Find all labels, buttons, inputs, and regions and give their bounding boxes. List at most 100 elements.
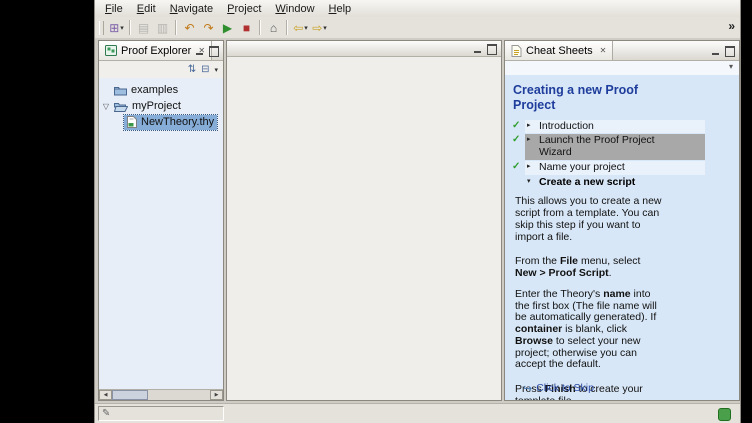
back-button[interactable]: ⇦▾ bbox=[291, 19, 310, 37]
main-toolbar: ⊞▾▤▥↶↷▶■⌂⇦▾⇨▾ » bbox=[95, 17, 740, 39]
cheatsheet-paragraph: Enter the Theory's name into the first b… bbox=[515, 289, 662, 371]
tree-item-label: examples bbox=[131, 84, 178, 96]
check-icon: ✓ bbox=[512, 161, 525, 173]
step-collapsed-icon[interactable]: ▸ bbox=[527, 135, 536, 144]
menu-file[interactable]: File bbox=[98, 2, 130, 16]
menu-window[interactable]: Window bbox=[268, 2, 321, 16]
toolbar-overflow-chevron[interactable]: » bbox=[728, 19, 735, 33]
forward-icon: ⇨ bbox=[312, 22, 322, 34]
back-icon: ⇦ bbox=[293, 22, 303, 34]
scrollbar-track[interactable] bbox=[148, 390, 210, 400]
tree-item-selection: examples bbox=[111, 83, 181, 98]
check-icon: ✓ bbox=[512, 120, 525, 132]
menu-edit[interactable]: Edit bbox=[130, 2, 163, 16]
undo-proof-step-button[interactable]: ↶ bbox=[180, 19, 199, 37]
editor-header bbox=[227, 41, 501, 57]
theory-file-icon bbox=[127, 116, 137, 128]
menu-help[interactable]: Help bbox=[322, 2, 359, 16]
stop-proof-button[interactable]: ■ bbox=[237, 19, 256, 37]
forward-button[interactable]: ⇨▾ bbox=[310, 19, 329, 37]
new-wizard-icon: ⊞ bbox=[109, 22, 119, 34]
redo-proof-step-button[interactable]: ↷ bbox=[199, 19, 218, 37]
print-icon: ▥ bbox=[157, 22, 168, 34]
explorer-horizontal-scrollbar: ◀ ▶ bbox=[99, 389, 223, 400]
redo-proof-step-icon: ↷ bbox=[203, 22, 213, 34]
menu-bar: FileEditNavigateProjectWindowHelp bbox=[95, 0, 740, 18]
cheat-step-name-your-project[interactable]: ✓▸Name your project bbox=[512, 161, 705, 175]
home-icon: ⌂ bbox=[270, 22, 277, 34]
maximize-button[interactable] bbox=[209, 46, 219, 57]
cheat-step-create-a-new-script[interactable]: ▾Create a new script bbox=[512, 176, 705, 190]
status-indicator-icon bbox=[718, 408, 731, 421]
toolbar-items: ⊞▾▤▥↶↷▶■⌂⇦▾⇨▾ bbox=[107, 19, 329, 37]
click-to-skip-link[interactable]: ↪ Click to Skip bbox=[523, 383, 594, 395]
explorer-tree: examples ▽ myProject NewTheory.thy bbox=[99, 78, 223, 390]
cheat-sheet-steps: ✓▸Introduction✓▸Launch the Proof Project… bbox=[512, 120, 705, 190]
editor-content[interactable] bbox=[227, 57, 501, 400]
step-body: ▸Name your project bbox=[525, 161, 705, 175]
collapse-all-icon[interactable]: ⊟ bbox=[201, 64, 209, 75]
check-icon: ✓ bbox=[512, 134, 525, 146]
tree-item-newtheory-thy[interactable]: NewTheory.thy bbox=[99, 114, 223, 130]
tab-cheat-sheets[interactable]: Cheat Sheets ✕ bbox=[505, 41, 613, 60]
proof-explorer-toolbar: ⇅ ⊟ ▾ bbox=[99, 61, 223, 79]
proof-explorer-icon bbox=[105, 45, 117, 56]
workspace: Proof Explorer ✕ ⇅ ⊟ ▾ examples ▽ myProjec… bbox=[95, 38, 740, 403]
maximize-button[interactable] bbox=[725, 46, 735, 57]
save-icon: ▤ bbox=[138, 22, 149, 34]
tree-item-label: NewTheory.thy bbox=[141, 116, 214, 128]
step-body: ▸Launch the Proof Project Wizard bbox=[525, 134, 705, 160]
cheatsheet-paragraph: From the File menu, select New > Proof S… bbox=[515, 256, 662, 280]
cheatsheet-paragraphs: This allows you to create a new script f… bbox=[512, 196, 733, 400]
step-collapsed-icon[interactable]: ▸ bbox=[527, 121, 536, 130]
toolbar-grip[interactable] bbox=[99, 21, 104, 35]
cheat-sheets-view: Cheat Sheets ✕ ▾ Creating a new Proof Pr… bbox=[504, 40, 740, 401]
menu-project[interactable]: Project bbox=[220, 2, 268, 16]
cheat-sheet-title: Creating a new Proof Project bbox=[513, 83, 665, 113]
save-button[interactable]: ▤ bbox=[134, 19, 153, 37]
menu-navigate[interactable]: Navigate bbox=[163, 2, 220, 16]
maximize-button[interactable] bbox=[487, 44, 497, 55]
print-button[interactable]: ▥ bbox=[153, 19, 172, 37]
view-menu-icon[interactable]: ▾ bbox=[214, 66, 218, 74]
back-dropdown-icon[interactable]: ▾ bbox=[304, 24, 308, 32]
minimize-button[interactable] bbox=[195, 48, 204, 56]
tree-item-examples[interactable]: examples bbox=[99, 82, 223, 98]
step-expanded-icon[interactable]: ▾ bbox=[527, 177, 536, 186]
status-bar: ✎ bbox=[95, 403, 740, 423]
toolbar-separator bbox=[286, 20, 288, 35]
cheat-sheets-icon bbox=[511, 45, 522, 57]
close-icon[interactable]: ✕ bbox=[600, 46, 607, 55]
folder-closed-icon bbox=[114, 85, 127, 96]
home-button[interactable]: ⌂ bbox=[264, 19, 283, 37]
run-proof-button[interactable]: ▶ bbox=[218, 19, 237, 37]
toolbar-separator bbox=[175, 20, 177, 35]
folder-open-icon bbox=[114, 101, 128, 112]
minimize-button[interactable] bbox=[473, 46, 482, 54]
step-label: Introduction bbox=[539, 121, 594, 133]
minimize-button[interactable] bbox=[711, 48, 720, 56]
scroll-right-icon[interactable]: ▶ bbox=[210, 390, 223, 400]
scroll-left-icon[interactable]: ◀ bbox=[99, 390, 112, 400]
cheatsheet-paragraph: This allows you to create a new script f… bbox=[515, 196, 662, 243]
expander-icon[interactable]: ▽ bbox=[101, 102, 111, 111]
tree-item-label: myProject bbox=[132, 100, 181, 112]
chevron-down-icon[interactable]: ▾ bbox=[729, 62, 733, 71]
step-body: ▾Create a new script bbox=[525, 176, 705, 190]
cheat-step-launch-the-proof-project-wizard[interactable]: ✓▸Launch the Proof Project Wizard bbox=[512, 134, 705, 160]
step-collapsed-icon[interactable]: ▸ bbox=[527, 162, 536, 171]
cheat-step-introduction[interactable]: ✓▸Introduction bbox=[512, 120, 705, 134]
tree-item-myproject[interactable]: ▽ myProject bbox=[99, 98, 223, 114]
stop-proof-icon: ■ bbox=[243, 22, 250, 34]
toolbar-separator bbox=[259, 20, 261, 35]
step-body: ▸Introduction bbox=[525, 120, 705, 134]
proof-explorer-header: Proof Explorer ✕ bbox=[99, 41, 223, 61]
forward-dropdown-icon[interactable]: ▾ bbox=[323, 24, 327, 32]
undo-proof-step-icon: ↶ bbox=[184, 22, 194, 34]
eclipse-window: FileEditNavigateProjectWindowHelp ⊞▾▤▥↶↷… bbox=[94, 0, 741, 423]
new-wizard-button[interactable]: ⊞▾ bbox=[107, 19, 126, 37]
proof-explorer-view: Proof Explorer ✕ ⇅ ⊟ ▾ examples ▽ myProjec… bbox=[98, 40, 224, 401]
link-with-editor-icon[interactable]: ⇅ bbox=[188, 64, 196, 75]
scrollbar-thumb[interactable] bbox=[112, 390, 148, 400]
new-wizard-dropdown-icon[interactable]: ▾ bbox=[120, 24, 124, 32]
